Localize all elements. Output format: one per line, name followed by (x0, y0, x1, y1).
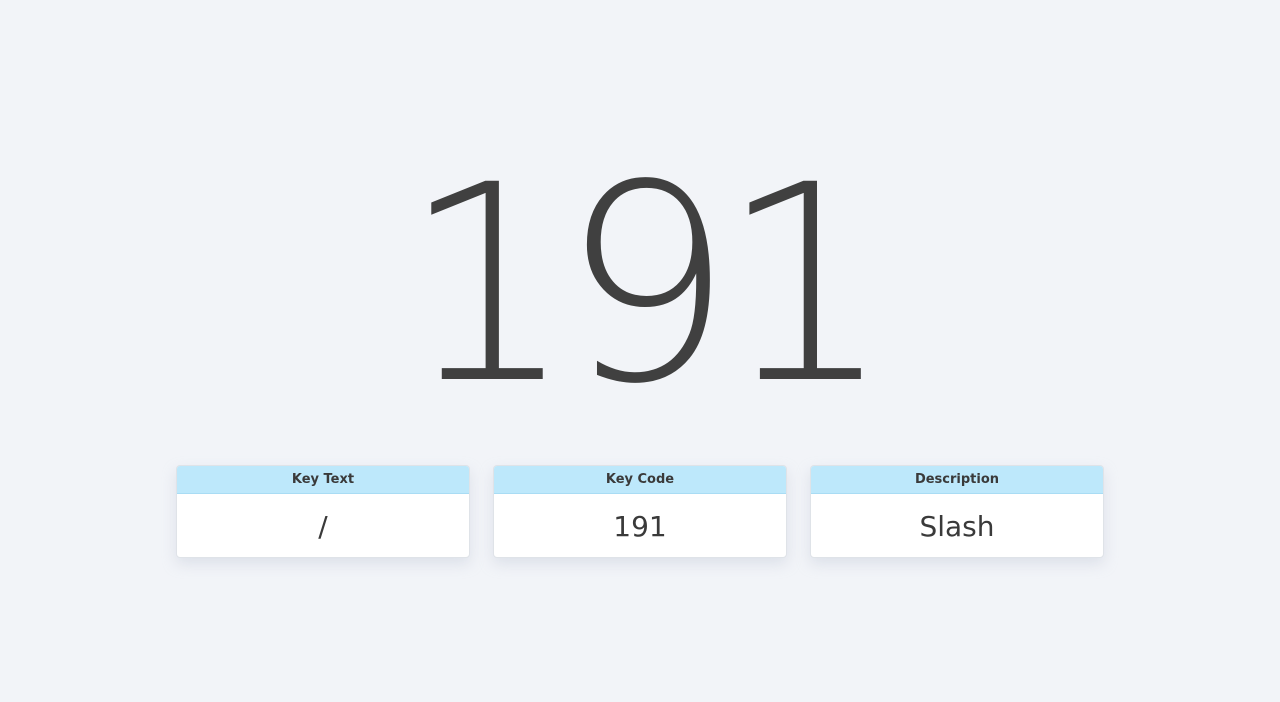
key-info-cards: Key Text / Key Code 191 Description Slas… (176, 465, 1104, 558)
key-text-value: / (318, 510, 328, 543)
description-card-header: Description (811, 466, 1103, 494)
key-code-card: Key Code 191 (493, 465, 787, 558)
description-value: Slash (919, 510, 995, 543)
key-code-value: 191 (613, 510, 667, 543)
key-text-card: Key Text / (176, 465, 470, 558)
key-text-card-header: Key Text (177, 466, 469, 494)
key-code-card-header: Key Code (494, 466, 786, 494)
page: 191 Key Text / Key Code 191 Description … (0, 0, 1280, 702)
key-code-display: 191 (401, 128, 892, 444)
description-card: Description Slash (810, 465, 1104, 558)
